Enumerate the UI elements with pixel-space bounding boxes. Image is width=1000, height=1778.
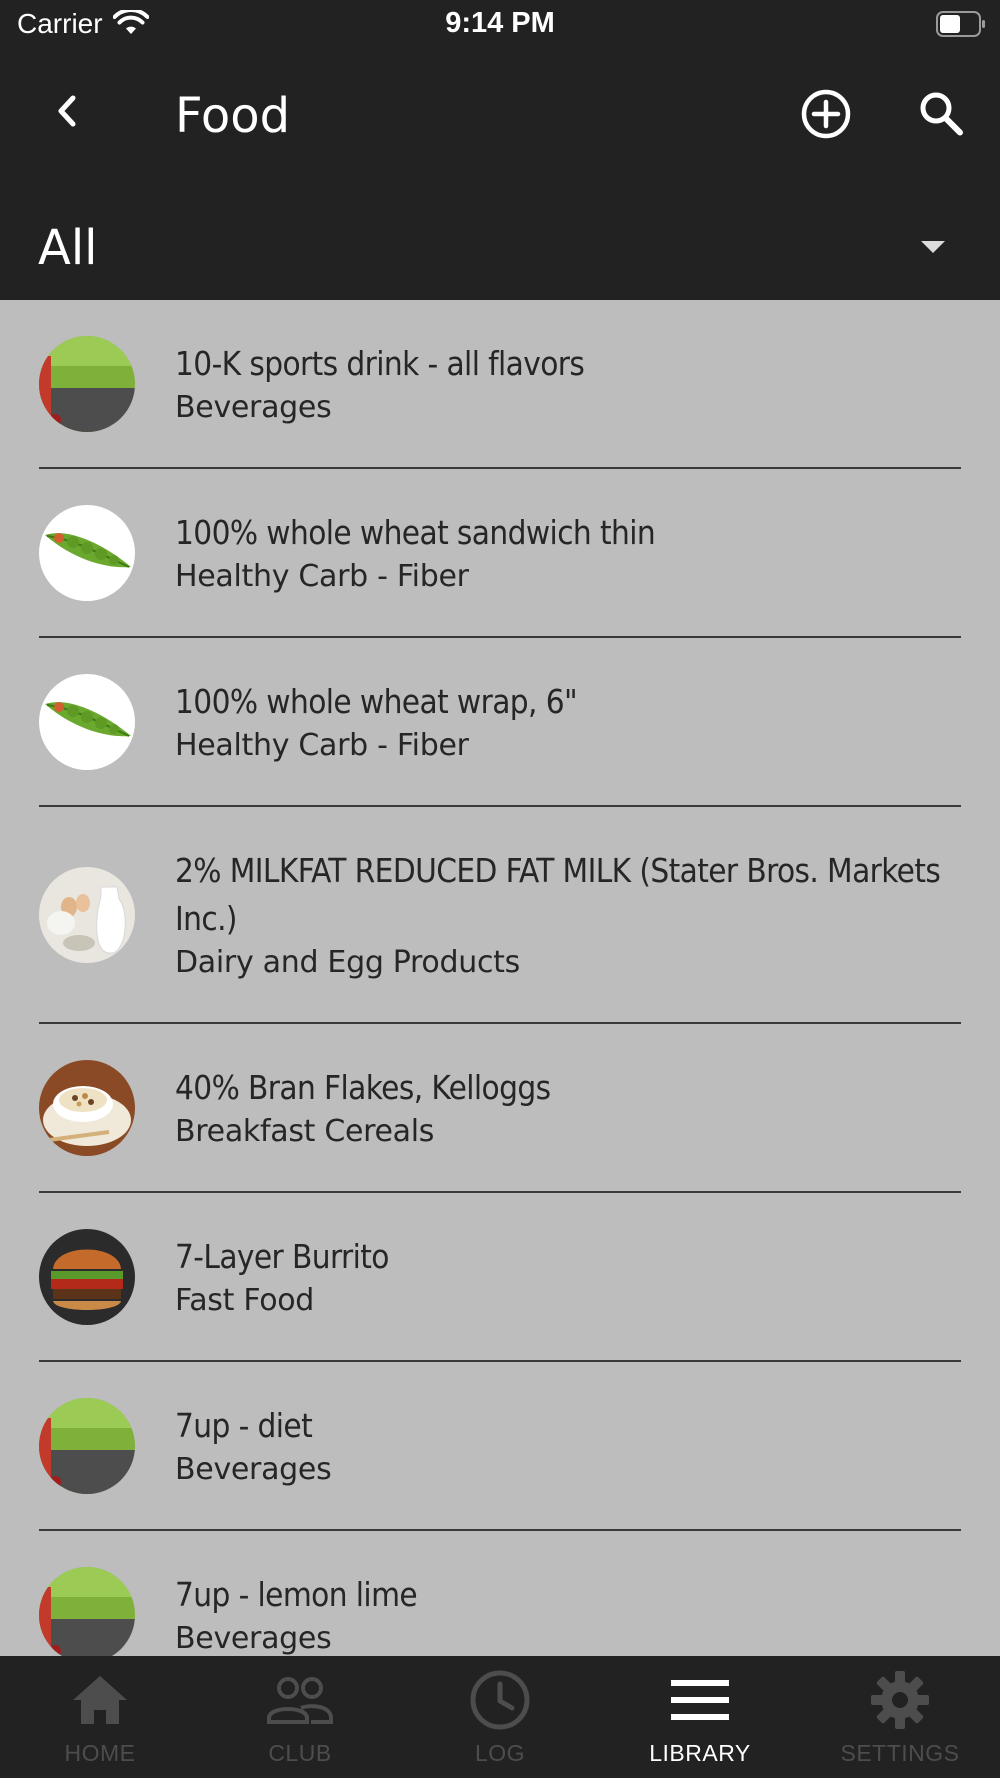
- battery-icon: [936, 11, 986, 37]
- food-text: 100% whole wheat sandwich thin Healthy C…: [175, 509, 951, 597]
- food-list-item[interactable]: 100% whole wheat wrap, 6" Healthy Carb -…: [39, 638, 961, 807]
- filter-selected-label: All: [38, 220, 98, 276]
- food-text: 7up - lemon lime Beverages: [175, 1571, 951, 1657]
- caret-down-icon: [918, 238, 948, 256]
- food-text: 7up - diet Beverages: [175, 1402, 951, 1490]
- tab-library[interactable]: LIBRARY: [600, 1656, 800, 1778]
- app-header: Food All: [0, 50, 1000, 300]
- food-thumbnail: [39, 335, 135, 432]
- food-name: 100% whole wheat sandwich thin: [175, 512, 656, 552]
- food-list-item[interactable]: 7up - lemon lime Beverages: [39, 1531, 961, 1656]
- food-text: 10-K sports drink - all flavors Beverage…: [175, 340, 951, 428]
- status-bar: Carrier 9:14 PM: [0, 0, 1000, 50]
- clock-icon: [465, 1668, 535, 1732]
- plus-circle-icon: [800, 89, 852, 144]
- food-name: 100% whole wheat wrap, 6": [175, 681, 578, 721]
- food-text: 100% whole wheat wrap, 6" Healthy Carb -…: [175, 678, 951, 766]
- food-list-item[interactable]: 40% Bran Flakes, Kelloggs Breakfast Cere…: [39, 1024, 961, 1193]
- food-category: Beverages: [175, 1451, 332, 1487]
- food-list-item[interactable]: 100% whole wheat sandwich thin Healthy C…: [39, 469, 961, 638]
- tab-library-label: LIBRARY: [649, 1740, 751, 1766]
- food-category: Dairy and Egg Products: [175, 944, 520, 980]
- add-food-button[interactable]: [800, 88, 852, 140]
- food-category: Breakfast Cereals: [175, 1113, 435, 1149]
- chevron-left-icon: [53, 93, 83, 134]
- tab-home-label: HOME: [64, 1740, 136, 1766]
- food-category: Fast Food: [175, 1282, 315, 1318]
- food-name: 7up - lemon lime: [175, 1574, 418, 1614]
- tab-home[interactable]: HOME: [0, 1656, 200, 1778]
- food-list-item[interactable]: 7up - diet Beverages: [39, 1362, 961, 1531]
- food-name: 10-K sports drink - all flavors: [175, 343, 585, 383]
- tab-settings-label: SETTINGS: [840, 1740, 960, 1766]
- bottom-tab-bar: HOME CLUB LOG LIBRARY SETTINGS: [0, 1656, 1000, 1778]
- search-icon: [915, 92, 967, 144]
- food-list-item[interactable]: 10-K sports drink - all flavors Beverage…: [39, 300, 961, 469]
- food-text: 2% MILKFAT REDUCED FAT MILK (Stater Bros…: [175, 847, 951, 983]
- page-title: Food: [175, 88, 291, 144]
- food-list-item[interactable]: 2% MILKFAT REDUCED FAT MILK (Stater Bros…: [39, 807, 961, 1024]
- food-library-screen: Carrier 9:14 PM Food All 10-K sports dri…: [0, 0, 1000, 1778]
- food-category: Healthy Carb - Fiber: [175, 558, 469, 594]
- people-icon: [265, 1668, 335, 1732]
- gear-icon: [865, 1668, 935, 1732]
- back-button[interactable]: [45, 90, 91, 136]
- tab-settings[interactable]: SETTINGS: [800, 1656, 1000, 1778]
- food-name: 7up - diet: [175, 1405, 313, 1445]
- food-name: 40% Bran Flakes, Kelloggs: [175, 1067, 551, 1107]
- food-text: 40% Bran Flakes, Kelloggs Breakfast Cere…: [175, 1064, 951, 1152]
- food-category: Beverages: [175, 1620, 332, 1656]
- tab-club-label: CLUB: [268, 1740, 332, 1766]
- search-button[interactable]: [915, 88, 967, 140]
- food-text: 7-Layer Burrito Fast Food: [175, 1233, 951, 1321]
- food-list: 10-K sports drink - all flavors Beverage…: [0, 300, 1000, 1656]
- food-thumbnail: [39, 866, 135, 963]
- food-category: Beverages: [175, 389, 332, 425]
- food-thumbnail: [39, 673, 135, 770]
- food-thumbnail: [39, 1566, 135, 1656]
- food-name: 2% MILKFAT REDUCED FAT MILK (Stater Bros…: [175, 850, 941, 938]
- food-list-item[interactable]: 7-Layer Burrito Fast Food: [39, 1193, 961, 1362]
- food-category: Healthy Carb - Fiber: [175, 727, 469, 763]
- food-thumbnail: [39, 1397, 135, 1494]
- tab-club[interactable]: CLUB: [200, 1656, 400, 1778]
- food-thumbnail: [39, 504, 135, 601]
- category-filter-select[interactable]: All: [0, 220, 1000, 300]
- home-icon: [65, 1668, 135, 1732]
- tab-log[interactable]: LOG: [400, 1656, 600, 1778]
- food-thumbnail: [39, 1059, 135, 1156]
- menu-icon: [665, 1668, 735, 1732]
- status-time: 9:14 PM: [445, 7, 555, 39]
- food-name: 7-Layer Burrito: [175, 1236, 389, 1276]
- food-thumbnail: [39, 1228, 135, 1325]
- tab-log-label: LOG: [474, 1740, 526, 1766]
